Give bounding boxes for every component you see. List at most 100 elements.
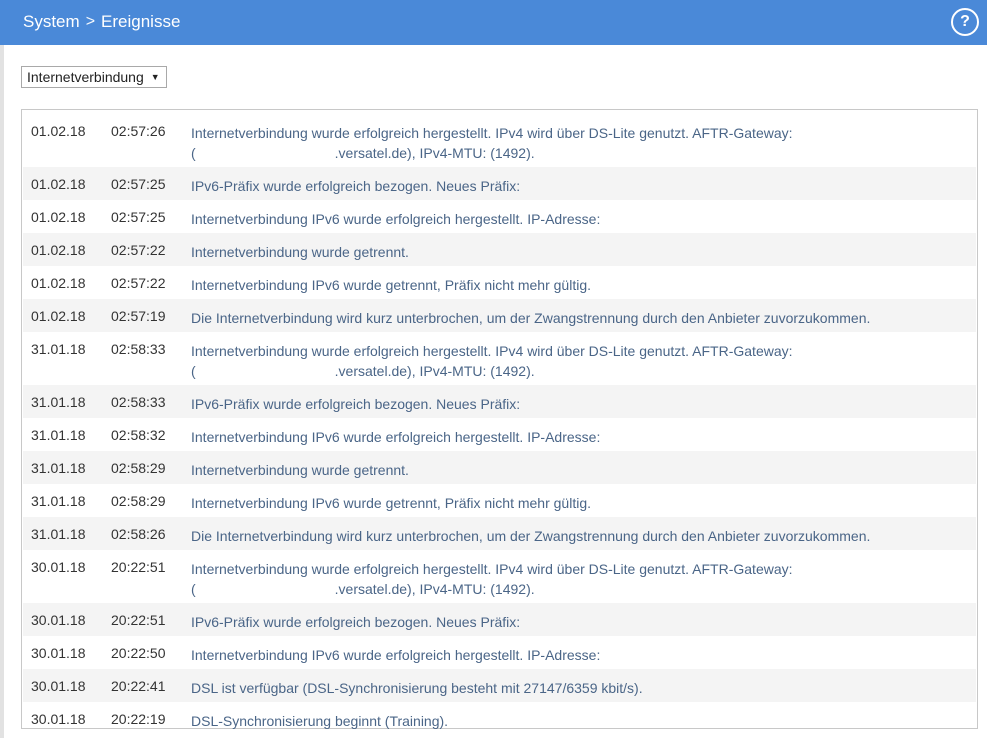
event-time: 02:58:33 bbox=[111, 394, 166, 410]
event-log-panel: 01.02.18 02:57:26 Internetverbindung wurde… bbox=[21, 109, 978, 729]
event-message: Internetverbindung wurde getrennt. bbox=[191, 242, 956, 262]
event-date: 30.01.18 bbox=[31, 612, 86, 628]
event-row: 01.02.18 02:57:22 Internetverbindung wurde… bbox=[23, 233, 976, 266]
event-row: 01.02.18 02:57:19 Die Internetverbindung w… bbox=[23, 299, 976, 332]
event-message-line: .versatel.de), IPv4-MTU: (1492). bbox=[334, 581, 535, 597]
event-date: 31.01.18 bbox=[31, 526, 86, 542]
event-message: DSL ist verfügbar (DSL-Synchronisierung … bbox=[191, 678, 956, 698]
event-row: 31.01.18 02:58:29 Internetverbindung wurde… bbox=[23, 451, 976, 484]
event-row: 31.01.18 02:58:33 IPv6-Präfix wurde erfolg… bbox=[23, 385, 976, 418]
event-date: 30.01.18 bbox=[31, 678, 86, 694]
event-message-line: DSL ist verfügbar (DSL-Synchronisierung … bbox=[191, 680, 643, 696]
event-date: 30.01.18 bbox=[31, 645, 86, 661]
event-time: 20:22:51 bbox=[111, 612, 166, 628]
event-row: 31.01.18 02:58:29 Internetverbindung IPv6 … bbox=[23, 484, 976, 517]
event-message-line: Internetverbindung wurde erfolgreich her… bbox=[191, 125, 793, 141]
event-date: 01.02.18 bbox=[31, 308, 86, 324]
event-message-line: Die Internetverbindung wird kurz unterbr… bbox=[191, 310, 871, 326]
event-message-line: Internetverbindung wurde getrennt. bbox=[191, 462, 409, 478]
event-message-detail: (.versatel.de), IPv4-MTU: (1492). bbox=[191, 361, 956, 381]
event-message-line: Internetverbindung IPv6 wurde getrennt, … bbox=[191, 277, 591, 293]
event-time: 20:22:41 bbox=[111, 678, 166, 694]
event-date: 01.02.18 bbox=[31, 209, 86, 225]
event-date: 30.01.18 bbox=[31, 711, 86, 727]
breadcrumb: System > Ereignisse bbox=[23, 12, 180, 32]
dropdown-arrow-icon: ▼ bbox=[150, 72, 160, 82]
event-message: Internetverbindung wurde erfolgreich her… bbox=[191, 123, 956, 163]
event-message-line: .versatel.de), IPv4-MTU: (1492). bbox=[334, 363, 535, 379]
page-header: System > Ereignisse ? bbox=[0, 0, 987, 45]
event-filter-select[interactable]: Internetverbindung ▼ bbox=[21, 66, 167, 88]
event-date: 01.02.18 bbox=[31, 242, 86, 258]
event-message: Internetverbindung IPv6 wurde erfolgreic… bbox=[191, 645, 956, 665]
event-message: Die Internetverbindung wird kurz unterbr… bbox=[191, 526, 956, 546]
event-date: 31.01.18 bbox=[31, 493, 86, 509]
event-date: 01.02.18 bbox=[31, 275, 86, 291]
event-message: Internetverbindung IPv6 wurde getrennt, … bbox=[191, 275, 956, 295]
event-message-detail: ( .versatel.de), IPv4-MTU: (1492). bbox=[191, 143, 956, 163]
event-time: 20:22:19 bbox=[111, 711, 166, 727]
event-message-line: Internetverbindung IPv6 wurde erfolgreic… bbox=[191, 647, 601, 663]
event-message: Internetverbindung IPv6 wurde erfolgreic… bbox=[191, 209, 956, 229]
event-message-paren: ( bbox=[191, 581, 196, 597]
event-message: Internetverbindung IPv6 wurde erfolgreic… bbox=[191, 427, 956, 447]
event-message-line: Internetverbindung IPv6 wurde erfolgreic… bbox=[191, 429, 601, 445]
event-row: 30.01.18 20:22:51 IPv6-Präfix wurde erfolg… bbox=[23, 603, 976, 636]
event-date: 31.01.18 bbox=[31, 394, 86, 410]
event-row: 01.02.18 02:57:26 Internetverbindung wurde… bbox=[23, 114, 976, 167]
event-message: Internetverbindung wurde getrennt. bbox=[191, 460, 956, 480]
event-filter-value: Internetverbindung bbox=[27, 69, 144, 85]
event-message: Internetverbindung IPv6 wurde getrennt, … bbox=[191, 493, 956, 513]
event-date: 30.01.18 bbox=[31, 559, 86, 575]
event-message: Internetverbindung wurde erfolgreich her… bbox=[191, 559, 956, 599]
event-time: 02:58:33 bbox=[111, 341, 166, 357]
event-time: 02:57:22 bbox=[111, 242, 166, 258]
event-time: 02:58:29 bbox=[111, 460, 166, 476]
event-message-paren: ( bbox=[191, 145, 196, 161]
event-time: 20:22:50 bbox=[111, 645, 166, 661]
event-message: IPv6-Präfix wurde erfolgreich bezogen. N… bbox=[191, 394, 956, 414]
event-message-line: Internetverbindung IPv6 wurde erfolgreic… bbox=[191, 211, 601, 227]
event-row: 01.02.18 02:57:22 Internetverbindung IPv6 … bbox=[23, 266, 976, 299]
event-row: 01.02.18 02:57:25 IPv6-Präfix wurde erfolg… bbox=[23, 167, 976, 200]
help-icon[interactable]: ? bbox=[951, 8, 979, 36]
event-time: 02:57:25 bbox=[111, 176, 166, 192]
event-message-line: IPv6-Präfix wurde erfolgreich bezogen. N… bbox=[191, 396, 521, 412]
event-message-detail: ( .versatel.de), IPv4-MTU: (1492). bbox=[191, 579, 956, 599]
event-message-line: DSL-Synchronisierung beginnt (Training). bbox=[191, 713, 449, 729]
event-date: 31.01.18 bbox=[31, 460, 86, 476]
event-time: 02:57:25 bbox=[111, 209, 166, 225]
event-message-line: Internetverbindung wurde erfolgreich her… bbox=[191, 343, 793, 359]
event-message-line: Internetverbindung wurde getrennt. bbox=[191, 244, 409, 260]
event-time: 20:22:51 bbox=[111, 559, 166, 575]
event-message: Internetverbindung wurde erfolgreich her… bbox=[191, 341, 956, 381]
left-border bbox=[0, 45, 4, 738]
event-row: 30.01.18 20:22:41 DSL ist verfügbar (DSL-S… bbox=[23, 669, 976, 702]
event-message: IPv6-Präfix wurde erfolgreich bezogen. N… bbox=[191, 176, 956, 196]
event-row: 31.01.18 02:58:32 Internetverbindung IPv6 … bbox=[23, 418, 976, 451]
page-title: Ereignisse bbox=[101, 12, 181, 31]
event-list: 01.02.18 02:57:26 Internetverbindung wurde… bbox=[23, 114, 976, 735]
event-row: 31.01.18 02:58:33 Internetverbindung wurde… bbox=[23, 332, 976, 385]
event-message-line: .versatel.de), IPv4-MTU: (1492). bbox=[334, 145, 535, 161]
event-message-line: IPv6-Präfix wurde erfolgreich bezogen. N… bbox=[191, 178, 521, 194]
event-message-line: IPv6-Präfix wurde erfolgreich bezogen. N… bbox=[191, 614, 521, 630]
event-message-line: Die Internetverbindung wird kurz unterbr… bbox=[191, 528, 871, 544]
event-row: 30.01.18 20:22:51 Internetverbindung wurde… bbox=[23, 550, 976, 603]
breadcrumb-separator: > bbox=[85, 13, 96, 30]
event-date: 01.02.18 bbox=[31, 123, 86, 139]
event-row: 30.01.18 20:22:50 Internetverbindung IPv6 … bbox=[23, 636, 976, 669]
event-time: 02:58:32 bbox=[111, 427, 166, 443]
event-message: DSL-Synchronisierung beginnt (Training). bbox=[191, 711, 956, 731]
event-time: 02:57:22 bbox=[111, 275, 166, 291]
event-message: IPv6-Präfix wurde erfolgreich bezogen. N… bbox=[191, 612, 956, 632]
event-time: 02:57:19 bbox=[111, 308, 166, 324]
event-row: 30.01.18 20:22:19 DSL-Synchronisierung beg… bbox=[23, 702, 976, 735]
event-date: 31.01.18 bbox=[31, 427, 86, 443]
event-row: 01.02.18 02:57:25 Internetverbindung IPv6 … bbox=[23, 200, 976, 233]
event-date: 01.02.18 bbox=[31, 176, 86, 192]
event-date: 31.01.18 bbox=[31, 341, 86, 357]
breadcrumb-system-link[interactable]: System bbox=[23, 12, 80, 32]
event-row: 31.01.18 02:58:26 Die Internetverbindung w… bbox=[23, 517, 976, 550]
event-time: 02:58:29 bbox=[111, 493, 166, 509]
